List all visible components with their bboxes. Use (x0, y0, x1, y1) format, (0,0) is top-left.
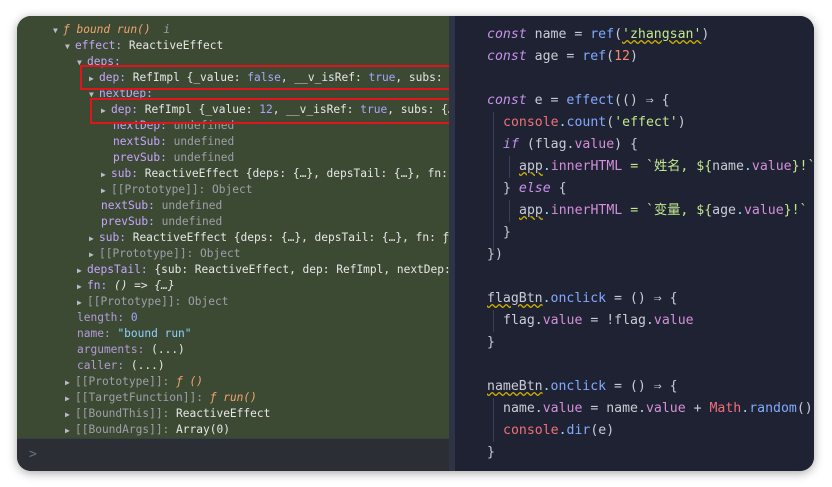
indent-guide (493, 398, 494, 442)
tree-row-bound-this[interactable]: ▶ [[BoundThis]]: ReactiveEffect (65, 406, 270, 422)
indent-guide (493, 310, 494, 332)
code-line: app.innerHTML = `变量, ${age.value}!` (519, 203, 808, 218)
collapsed-triangle-icon[interactable]: ▶ (65, 407, 75, 423)
tree-row-inner-prevsub: prevSub: undefined (113, 151, 235, 164)
collapsed-triangle-icon[interactable]: ▶ (101, 167, 111, 183)
tree-row-proto-fn[interactable]: ▶ [[Prototype]]: ƒ () (65, 374, 203, 390)
highlight-box-dep-flag (80, 65, 466, 90)
code-line: const age = ref(12) (487, 49, 638, 64)
code-line: console.count('effect') (503, 115, 686, 130)
highlight-box-dep-age (90, 98, 456, 124)
code-line: name.value = name.value + Math.random() (503, 401, 813, 416)
tree-row-prevsub: prevSub: undefined (101, 215, 223, 228)
collapsed-triangle-icon[interactable]: ▶ (89, 247, 99, 263)
prompt-chevron-icon: > (29, 447, 37, 462)
code-line: if (flag.value) { (503, 137, 638, 152)
indent-guide (509, 156, 510, 178)
tree-row-prototype-2[interactable]: ▶ [[Prototype]]: Object (77, 294, 228, 310)
collapsed-triangle-icon[interactable]: ▶ (77, 263, 87, 279)
collapsed-triangle-icon[interactable]: ▶ (65, 375, 75, 391)
collapsed-triangle-icon[interactable]: ▶ (65, 391, 75, 407)
tree-row-effect[interactable]: ▼ effect: ReactiveEffect (65, 38, 223, 54)
tree-row-caller[interactable]: caller: (...) (77, 358, 165, 374)
tree-row-inner-nextsub: nextSub: undefined (113, 135, 235, 148)
tree-row-name: name: "bound run" (77, 327, 192, 340)
code-line: const e = effect(() ⇒ { (487, 93, 670, 108)
tree-row-length: length: 0 (77, 311, 138, 324)
code-line: } (487, 445, 495, 460)
app-window: ▼ ƒ bound run() i ▼ effect: ReactiveEffect… (17, 16, 814, 471)
collapsed-triangle-icon[interactable]: ▶ (77, 279, 87, 295)
code-line: } else { (503, 181, 567, 196)
code-line: console.dir(e) (503, 423, 615, 438)
collapsed-triangle-icon[interactable]: ▶ (77, 295, 87, 311)
code-line: flag.value = !flag.value (503, 313, 694, 328)
code-line: app.innerHTML = `姓名, ${name.value}!` (519, 159, 814, 174)
expanded-triangle-icon[interactable]: ▼ (65, 39, 75, 55)
code-line: nameBtn.onclick = () ⇒ { (487, 379, 678, 394)
info-icon[interactable]: i (163, 23, 170, 36)
tree-row-depstail[interactable]: ▶ depsTail: {sub: ReactiveEffect, dep: Re… (77, 262, 451, 278)
tree-row-prototype-1[interactable]: ▶ [[Prototype]]: Object (89, 246, 240, 262)
tree-row-target-function[interactable]: ▶ [[TargetFunction]]: ƒ run() (65, 390, 257, 406)
tree-row-nextsub: nextSub: undefined (101, 199, 223, 212)
tree-row-inner-sub[interactable]: ▶ sub: ReactiveEffect {deps: {…}, depsTai… (101, 166, 448, 182)
code-line: }) (487, 247, 503, 262)
collapsed-triangle-icon[interactable]: ▶ (101, 183, 111, 199)
code-line: } (487, 335, 495, 350)
tree-row-sub[interactable]: ▶ sub: ReactiveEffect {deps: {…}, depsTai… (89, 230, 449, 246)
collapsed-triangle-icon[interactable]: ▶ (89, 231, 99, 247)
code-line: const name = ref('zhangsan') (487, 27, 710, 42)
tree-row-bound-run[interactable]: ▼ ƒ bound run() i (53, 22, 170, 38)
tree-row-arguments[interactable]: arguments: (...) (77, 342, 185, 358)
devtools-console-panel: ▼ ƒ bound run() i ▼ effect: ReactiveEffect… (17, 16, 466, 438)
tree-row-bound-args[interactable]: ▶ [[BoundArgs]]: Array(0) (65, 422, 230, 438)
expanded-triangle-icon[interactable]: ▼ (53, 23, 63, 39)
tree-row-inner-prototype[interactable]: ▶ [[Prototype]]: Object (101, 182, 252, 198)
collapsed-triangle-icon[interactable]: ▶ (65, 423, 75, 439)
tree-row-fn[interactable]: ▶ fn: () => {…} (77, 278, 175, 294)
console-input[interactable]: > (17, 438, 449, 471)
code-line: flagBtn.onclick = () ⇒ { (487, 291, 678, 306)
indent-guide (509, 200, 510, 222)
code-line: } (503, 225, 511, 240)
code-editor[interactable]: const name = ref('zhangsan') const age =… (455, 16, 814, 471)
indent-guide (493, 112, 494, 252)
